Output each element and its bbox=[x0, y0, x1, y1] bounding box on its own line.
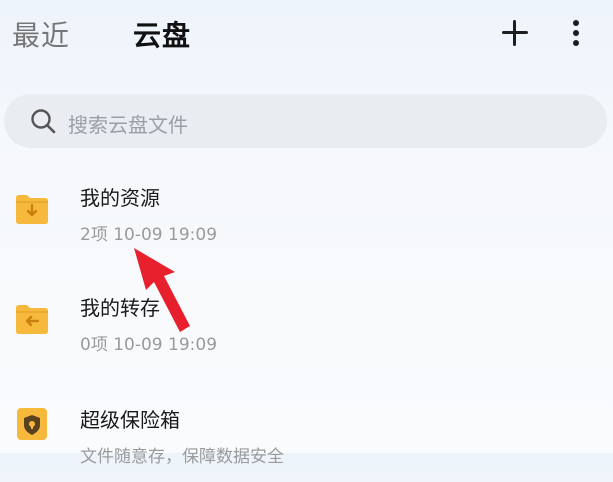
folder-download-icon bbox=[16, 195, 48, 224]
folder-share-icon bbox=[16, 305, 48, 334]
search-input[interactable]: 搜索云盘文件 bbox=[4, 94, 607, 148]
list-item-my-resources[interactable]: 我的资源 2项 10-09 19:09 bbox=[0, 160, 613, 260]
item-meta: 0项 10-09 19:09 bbox=[80, 335, 218, 355]
search-placeholder: 搜索云盘文件 bbox=[68, 113, 188, 137]
plus-icon[interactable] bbox=[500, 18, 530, 48]
item-meta: 2项 10-09 19:09 bbox=[80, 225, 218, 245]
tab-cloud-disk[interactable]: 云盘 bbox=[133, 14, 191, 54]
more-vertical-icon[interactable] bbox=[566, 18, 586, 48]
item-meta: 文件随意存，保障数据安全 bbox=[80, 447, 284, 467]
top-bar: 最近 云盘 bbox=[0, 0, 613, 72]
safe-box-icon bbox=[17, 408, 47, 440]
item-name: 我的资源 bbox=[80, 186, 160, 210]
item-name: 我的转存 bbox=[80, 296, 160, 320]
tab-recent[interactable]: 最近 bbox=[12, 14, 70, 54]
item-name: 超级保险箱 bbox=[80, 408, 180, 432]
search-icon bbox=[31, 109, 56, 134]
list-item-super-safe[interactable]: 超级保险箱 文件随意存，保障数据安全 bbox=[0, 382, 613, 482]
list-item-my-transfers[interactable]: 我的转存 0项 10-09 19:09 bbox=[0, 270, 613, 370]
